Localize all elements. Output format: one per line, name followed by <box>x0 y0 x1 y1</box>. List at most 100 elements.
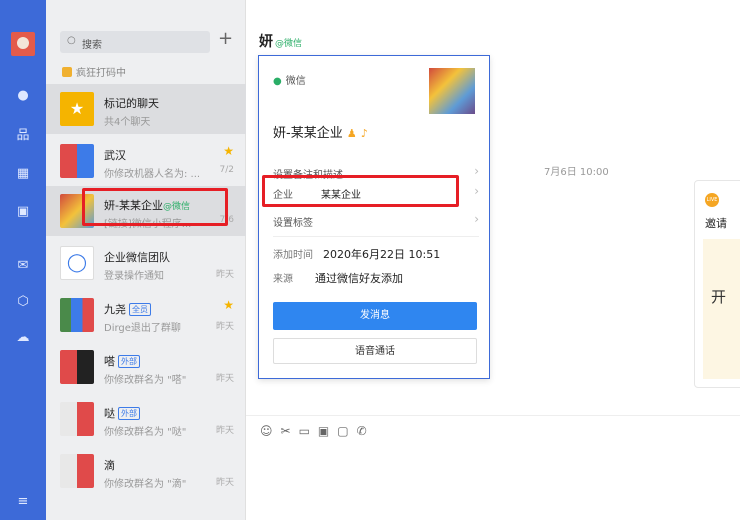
profile-name: 妍-某某企业 ♟ ♪ <box>273 122 368 141</box>
chat-item-ta[interactable]: 嗒外部 你修改群名为 "嗒" 昨天 <box>46 342 246 392</box>
input-toolbar: ☺✂▭▣▢✆ <box>246 415 740 520</box>
chat-name-text: 哒 <box>104 407 115 420</box>
chat-item-da[interactable]: 哒外部 你修改群名为 "哒" 昨天 <box>46 394 246 444</box>
chat-time: 昨天 <box>215 270 234 280</box>
external-badge: 外部 <box>118 407 140 420</box>
source-value: 通过微信好友添加 <box>315 272 403 285</box>
live-card-body <box>703 239 740 379</box>
profile-popup: ● 微信 妍-某某企业 ♟ ♪ 设置备注和描述 › 企业 某某企业 › 设置标签 … <box>258 55 490 379</box>
group-avatar <box>60 402 94 436</box>
group-avatar <box>60 350 94 384</box>
chat-title: 妍 @微信 <box>259 31 302 51</box>
status-text: 疯狂打码中 <box>76 68 126 79</box>
chevron-right-icon: › <box>474 184 479 198</box>
chat-time: 昨天 <box>215 426 234 436</box>
chat-title-text: 妍 <box>259 34 273 50</box>
chat-time: 昨天 <box>215 322 234 332</box>
wechat-icon: ● <box>273 76 282 87</box>
highlight-box-chat <box>82 188 228 226</box>
emoji-icon[interactable]: ☺ <box>260 424 281 438</box>
added-value: 2020年6月22日 10:51 <box>323 248 441 261</box>
chat-item-di[interactable]: 滴 你修改群名为 "滴" 昨天 <box>46 446 246 496</box>
mail-icon[interactable]: ✉ <box>15 258 31 274</box>
chat-item-wuhan[interactable]: 武汉 ★ 你修改机器人名为: ... 7/2 <box>46 136 246 186</box>
row-label: 设置标签 <box>273 218 313 229</box>
wechat-tag: @微信 <box>275 39 303 49</box>
chat-name-text: 九尧 <box>104 303 126 316</box>
star-icon: ★ <box>223 298 234 312</box>
user-avatar[interactable] <box>11 32 35 56</box>
divider <box>273 236 479 237</box>
group-avatar <box>60 298 94 332</box>
live-card[interactable]: LIVE 邀请 开 <box>694 180 740 388</box>
workbench-icon[interactable]: ▣ <box>15 204 31 220</box>
folder-icon[interactable]: ▢ <box>337 424 356 438</box>
wecom-logo-icon: ◯ <box>60 246 94 280</box>
chat-list-panel: ○ 搜索 + 疯狂打码中 ★ 标记的聊天 共4个聊天 武汉 ★ 你修改机器人名为… <box>46 0 246 520</box>
contacts-icon[interactable]: 品 <box>15 128 31 144</box>
send-message-button[interactable]: 发消息 <box>273 302 477 330</box>
search-input[interactable]: ○ 搜索 <box>60 31 210 53</box>
calendar-icon[interactable]: ▦ <box>15 166 31 182</box>
external-badge: 外部 <box>118 355 140 368</box>
chat-item-team[interactable]: ◯ 企业微信团队 登录操作通知 昨天 <box>46 238 246 288</box>
image-icon[interactable]: ▭ <box>299 424 318 438</box>
search-placeholder: 搜索 <box>82 40 102 51</box>
chat-name: 标记的聊天 <box>104 97 159 110</box>
live-card-title: 邀请 <box>705 217 727 230</box>
group-badge: 全员 <box>129 303 151 316</box>
voice-call-button[interactable]: 语音通话 <box>273 338 477 364</box>
chat-preview: 登录操作通知 <box>104 271 164 282</box>
chat-time: 昨天 <box>215 478 234 488</box>
chat-preview: 你修改群名为 "滴" <box>104 479 187 490</box>
chat-time: 昨天 <box>215 374 234 384</box>
drive-icon[interactable]: ☁ <box>15 330 31 346</box>
nav-rail: ● 品 ▦ ▣ ✉ ⬡ ☁ ≡ <box>0 0 46 520</box>
add-icon[interactable]: + <box>218 28 233 49</box>
chat-item-starred[interactable]: ★ 标记的聊天 共4个聊天 <box>46 84 246 134</box>
search-icon: ○ <box>67 35 76 46</box>
highlight-box-company <box>262 175 459 207</box>
message-icon[interactable]: ● <box>15 88 31 104</box>
toolbar-icons: ☺✂▭▣▢✆ <box>260 424 375 438</box>
scissors-icon[interactable]: ✂ <box>281 424 299 438</box>
star-icon: ★ <box>223 144 234 158</box>
live-card-big: 开 <box>711 288 727 306</box>
status-icon <box>62 67 72 77</box>
chat-name: 武汉 <box>104 149 126 162</box>
word-icon[interactable]: ▣ <box>318 424 337 438</box>
bell-icon: ♪ <box>360 127 368 140</box>
star-folder-icon: ★ <box>60 92 94 126</box>
added-time: 添加时间 2020年6月22日 10:51 <box>273 246 440 262</box>
group-avatar <box>60 144 94 178</box>
chat-name: 企业微信团队 <box>104 251 170 264</box>
chat-name: 九尧 全员 <box>104 301 151 317</box>
chat-time: 7/2 <box>219 165 234 175</box>
profile-name-text: 妍-某某企业 <box>273 126 343 141</box>
chat-preview: 你修改机器人名为: ... <box>104 169 201 180</box>
chat-name: 嗒外部 <box>104 353 140 369</box>
phone-icon[interactable]: ✆ <box>357 424 375 438</box>
chat-name: 哒外部 <box>104 405 140 421</box>
source-tag-text: 微信 <box>285 76 306 87</box>
added-label: 添加时间 <box>273 250 313 261</box>
profile-picture[interactable] <box>429 68 475 114</box>
chat-preview: 共4个聊天 <box>104 117 151 128</box>
chat-item-jiuyao[interactable]: 九尧 全员 ★ Dirge退出了群聊 昨天 <box>46 290 246 340</box>
source: 来源 通过微信好友添加 <box>273 270 403 286</box>
chat-name-text: 嗒 <box>104 355 115 368</box>
menu-icon[interactable]: ≡ <box>15 494 31 510</box>
source-tag: ● 微信 <box>273 72 306 87</box>
live-icon: LIVE <box>705 193 719 207</box>
chevron-right-icon: › <box>474 164 479 178</box>
status-line[interactable]: 疯狂打码中 <box>62 64 126 79</box>
chat-name: 滴 <box>104 459 115 472</box>
source-label: 来源 <box>273 274 293 285</box>
tag-row[interactable]: 设置标签 › <box>273 212 479 236</box>
chat-preview: 你修改群名为 "哒" <box>104 427 187 438</box>
doc-icon[interactable]: ⬡ <box>15 294 31 310</box>
person-icon: ♟ <box>346 127 357 140</box>
chevron-right-icon: › <box>474 212 479 226</box>
chat-preview: 你修改群名为 "嗒" <box>104 375 187 386</box>
group-avatar <box>60 454 94 488</box>
